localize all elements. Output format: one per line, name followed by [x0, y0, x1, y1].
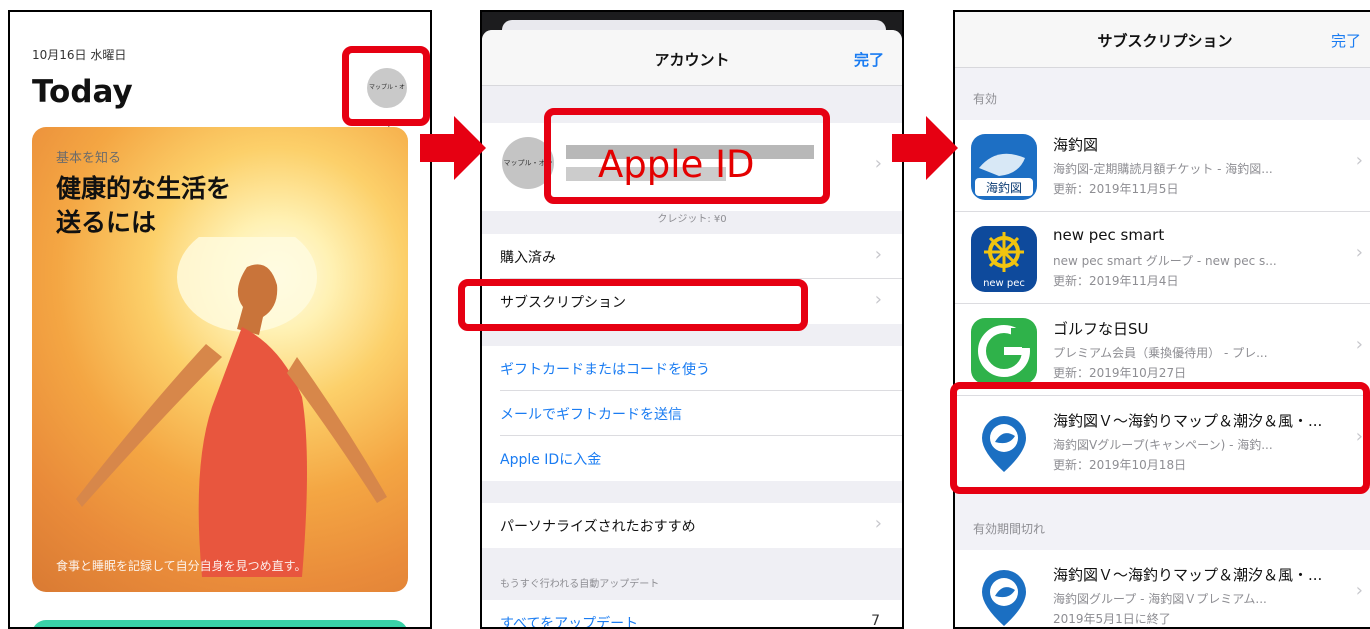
- subscriptions-screen: サブスクリプション 完了 有効 海釣図 海釣図 海釣図-定期購読月額チケット -…: [953, 10, 1370, 629]
- subscription-row[interactable]: 海釣図Ｖ～海釣りマップ＆潮汐＆風・... 海釣図グループ - 海釣図Ｖプレミアム…: [955, 550, 1370, 627]
- chevron-right-icon: ›: [874, 244, 882, 265]
- highlight-apple-id: [544, 108, 830, 204]
- auto-update-header: もうすぐ行われる自動アップデート: [500, 579, 660, 590]
- chevron-right-icon: ›: [1355, 150, 1363, 171]
- highlight-subscriptions-row: [458, 279, 808, 331]
- today-feature-card[interactable]: 基本を知る 健康的な生活を 送るには 食事と睡眠を記録して自分自身を見つめ直す。: [32, 127, 408, 592]
- subscription-date: 更新：2019年11月4日: [1053, 274, 1179, 288]
- subscriptions-nav-bar: サブスクリプション 完了: [955, 12, 1370, 68]
- redeem-row[interactable]: ギフトカードまたはコードを使う: [500, 346, 902, 391]
- golf-icon: [971, 318, 1037, 384]
- account-nav-bar: アカウント 完了: [482, 30, 902, 86]
- subscription-plan: 海釣図-定期購読月額チケット - 海釣図...: [1053, 162, 1273, 176]
- next-card-peek[interactable]: [32, 620, 408, 627]
- gift-group: ギフトカードまたはコードを使う メールでギフトカードを送信 Apple IDに入…: [482, 346, 902, 481]
- today-title: Today: [32, 74, 133, 110]
- recommend-group: パーソナライズされたおすすめ ›: [482, 503, 902, 548]
- subscription-date: 更新：2019年11月5日: [1053, 182, 1179, 196]
- account-nav-title: アカウント: [654, 51, 730, 69]
- purchased-row[interactable]: 購入済み ›: [500, 234, 902, 279]
- send-gift-row[interactable]: メールでギフトカードを送信: [500, 391, 902, 436]
- subscription-plan: 海釣図グループ - 海釣図Ｖプレミアム...: [1053, 592, 1267, 606]
- expired-subscriptions-list: 海釣図Ｖ～海釣りマップ＆潮汐＆風・... 海釣図グループ - 海釣図Ｖプレミアム…: [955, 550, 1370, 627]
- send-gift-label: メールでギフトカードを送信: [500, 407, 682, 423]
- card-eyebrow: 基本を知る: [56, 151, 122, 166]
- add-funds-row[interactable]: Apple IDに入金: [500, 436, 902, 481]
- today-date: 10月16日 水曜日: [32, 48, 127, 62]
- chevron-right-icon: ›: [1355, 580, 1363, 601]
- kaichozu-icon: 海釣図: [971, 134, 1037, 200]
- chevron-right-icon: ›: [1355, 334, 1363, 355]
- add-funds-label: Apple IDに入金: [500, 452, 602, 468]
- subscription-name: ゴルフな日SU: [1053, 320, 1149, 338]
- subscription-name: 海釣図Ｖ～海釣りマップ＆潮汐＆風・...: [1053, 566, 1323, 584]
- update-all-label: すべてをアップデート: [500, 616, 639, 629]
- svg-text:海釣図: 海釣図: [986, 180, 1022, 195]
- done-button[interactable]: 完了: [854, 49, 884, 70]
- chevron-right-icon: ›: [874, 153, 882, 174]
- subscription-row[interactable]: 海釣図 海釣図 海釣図-定期購読月額チケット - 海釣図... 更新：2019年…: [955, 120, 1370, 212]
- credit-text: クレジット: ¥0: [657, 214, 727, 225]
- subscriptions-nav-title: サブスクリプション: [1097, 32, 1233, 50]
- active-header: 有効: [973, 92, 998, 106]
- update-group: すべてをアップデート 7: [482, 600, 902, 629]
- kaichozu-v-icon: [971, 564, 1037, 627]
- personalized-label: パーソナライズされたおすすめ: [500, 519, 696, 535]
- arrow-right-icon: [892, 116, 958, 180]
- subscription-name: new pec smart: [1053, 226, 1165, 244]
- chevron-right-icon: ›: [874, 289, 882, 310]
- highlight-kaichozu-v: [950, 382, 1370, 494]
- subscription-plan: プレミアム会員（乗換優待用） - プレ...: [1053, 346, 1268, 360]
- arrow-right-icon: [420, 116, 486, 180]
- update-count: 7: [871, 613, 880, 629]
- card-caption: 食事と睡眠を記録して自分自身を見つめ直す。: [56, 559, 307, 573]
- purchased-label: 購入済み: [500, 250, 556, 266]
- chevron-right-icon: ›: [874, 513, 882, 534]
- update-all-row[interactable]: すべてをアップデート 7: [500, 600, 902, 629]
- new-pec-icon: new pec: [971, 226, 1037, 292]
- chevron-right-icon: ›: [1355, 242, 1363, 263]
- done-button[interactable]: 完了: [1331, 30, 1361, 51]
- redeem-label: ギフトカードまたはコードを使う: [500, 362, 710, 378]
- subscription-date: 更新：2019年10月27日: [1053, 366, 1187, 380]
- woman-sunlight-illustration: [76, 237, 387, 577]
- highlight-avatar: [342, 46, 430, 126]
- subscription-row[interactable]: new pec new pec smart new pec smart グループ…: [955, 212, 1370, 304]
- subscription-date: 2019年5月1日に終了: [1053, 612, 1171, 626]
- subscription-name: 海釣図: [1053, 136, 1099, 154]
- svg-text:new pec: new pec: [983, 278, 1025, 289]
- personalized-row[interactable]: パーソナライズされたおすすめ ›: [500, 503, 902, 548]
- card-title: 健康的な生活を 送るには: [56, 174, 232, 237]
- expired-header: 有効期間切れ: [973, 522, 1046, 536]
- subscription-plan: new pec smart グループ - new pec s...: [1053, 254, 1277, 268]
